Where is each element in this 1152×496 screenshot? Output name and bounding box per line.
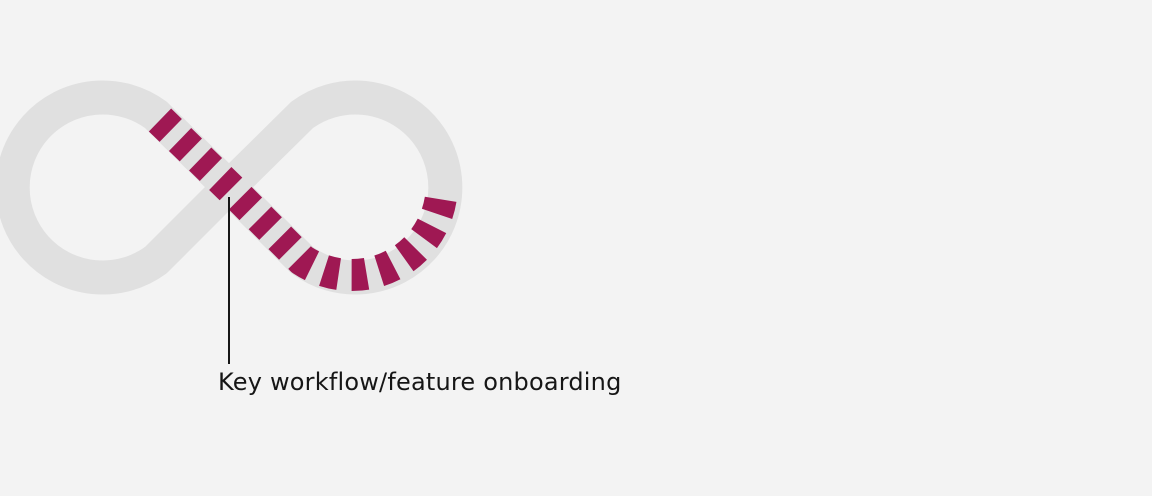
callout-label: Key workflow/feature onboarding [218,368,622,396]
infinity-journey-diagram [0,80,463,364]
